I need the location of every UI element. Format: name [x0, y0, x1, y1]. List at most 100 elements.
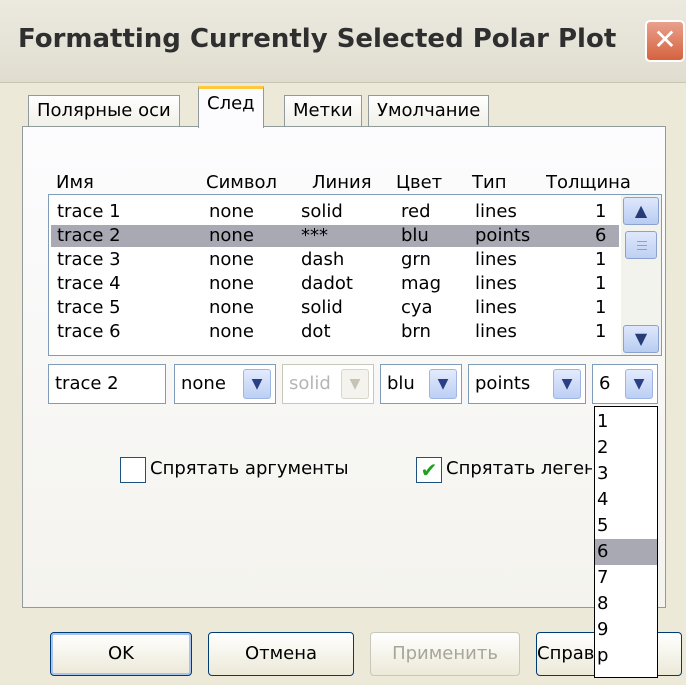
- trace-weight: 6: [595, 225, 607, 246]
- trace-name: trace 6: [57, 321, 121, 342]
- title-bar[interactable]: Formatting Currently Selected Polar Plot…: [0, 0, 686, 83]
- dropdown-option[interactable]: p: [595, 643, 657, 669]
- chevron-down-icon[interactable]: ▼: [625, 369, 653, 399]
- column-header-type: Тип: [472, 172, 507, 193]
- trace-line: solid: [301, 201, 343, 222]
- dropdown-option[interactable]: 3: [595, 461, 657, 487]
- weight-select[interactable]: 6 ▼: [592, 364, 658, 404]
- line-select-value: solid: [289, 373, 331, 394]
- tab-label: Полярные оси: [37, 100, 171, 121]
- trace-symbol: none: [209, 225, 254, 246]
- tab-label: Метки: [293, 100, 353, 121]
- trace-name: trace 3: [57, 249, 121, 270]
- dropdown-option[interactable]: 2: [595, 435, 657, 461]
- chevron-down-icon[interactable]: ▼: [623, 325, 659, 353]
- tab-labels[interactable]: Метки: [284, 95, 362, 127]
- trace-symbol: none: [209, 321, 254, 342]
- trace-type: lines: [475, 321, 517, 342]
- scrollbar-thumb[interactable]: [625, 231, 657, 259]
- column-header-line: Линия: [312, 172, 372, 193]
- type-select[interactable]: points ▼: [468, 364, 586, 404]
- column-header-name: Имя: [56, 172, 94, 193]
- tab-polar-axes[interactable]: Полярные оси: [28, 95, 180, 127]
- trace-name-field[interactable]: trace 2: [48, 364, 166, 404]
- trace-color: cya: [401, 297, 433, 318]
- weight-dropdown-list[interactable]: 1 2 3 4 5 6 7 8 9 p: [594, 406, 658, 678]
- dropdown-option[interactable]: 9: [595, 617, 657, 643]
- trace-name: trace 4: [57, 273, 121, 294]
- hide-arguments-checkbox[interactable]: [120, 457, 146, 483]
- trace-line: dash: [301, 249, 345, 270]
- trace-name: trace 2: [57, 225, 121, 246]
- trace-weight: 1: [595, 273, 607, 294]
- window-title: Formatting Currently Selected Polar Plot: [18, 24, 617, 54]
- dropdown-option[interactable]: 4: [595, 487, 657, 513]
- symbol-select[interactable]: none ▼: [174, 364, 276, 404]
- trace-name: trace 1: [57, 201, 121, 222]
- dropdown-option[interactable]: 1: [595, 409, 657, 435]
- dropdown-option[interactable]: 8: [595, 591, 657, 617]
- close-icon: ✕: [653, 23, 677, 56]
- trace-line: solid: [301, 297, 343, 318]
- table-row-selected[interactable]: trace 2 none *** blu points 6: [51, 225, 619, 247]
- line-select: solid ▼: [282, 364, 374, 404]
- column-header-symbol: Символ: [206, 172, 277, 193]
- color-select[interactable]: blu ▼: [380, 364, 462, 404]
- tab-label: Умолчание: [377, 100, 481, 121]
- trace-color: mag: [401, 273, 441, 294]
- trace-symbol: none: [209, 273, 254, 294]
- trace-line: dot: [301, 321, 331, 342]
- trace-weight: 1: [595, 201, 607, 222]
- ok-button[interactable]: OK: [50, 632, 192, 676]
- apply-button: Применить: [370, 632, 520, 676]
- trace-color: blu: [401, 225, 429, 246]
- hide-arguments-label: Спрятать аргументы: [150, 458, 349, 479]
- trace-name: trace 5: [57, 297, 121, 318]
- weight-select-value: 6: [599, 373, 611, 394]
- table-row[interactable]: trace 3 none dash grn lines 1: [51, 249, 619, 271]
- tab-defaults[interactable]: Умолчание: [368, 95, 490, 127]
- color-select-value: blu: [387, 373, 415, 394]
- trace-list[interactable]: trace 1 none solid red lines 1 trace 2 n…: [48, 194, 662, 356]
- chevron-down-icon[interactable]: ▼: [243, 369, 271, 399]
- tab-label: След: [207, 93, 255, 114]
- type-select-value: points: [475, 373, 531, 394]
- trace-symbol: none: [209, 297, 254, 318]
- column-header-weight: Толщина: [546, 172, 631, 193]
- trace-line: dadot: [301, 273, 353, 294]
- hide-legend-label: Спрятать легенду: [446, 458, 592, 479]
- trace-type: points: [475, 225, 531, 246]
- chevron-down-icon: ▼: [341, 369, 369, 399]
- trace-weight: 1: [595, 249, 607, 270]
- tab-trace[interactable]: След: [198, 86, 264, 128]
- check-icon: ✔: [420, 458, 438, 482]
- symbol-select-value: none: [181, 373, 226, 394]
- dropdown-option[interactable]: 5: [595, 513, 657, 539]
- trace-weight: 1: [595, 297, 607, 318]
- close-button[interactable]: ✕: [645, 20, 685, 62]
- trace-type: lines: [475, 297, 517, 318]
- table-row[interactable]: trace 1 none solid red lines 1: [51, 201, 619, 223]
- trace-type: lines: [475, 273, 517, 294]
- trace-weight: 1: [595, 321, 607, 342]
- hide-legend-checkbox[interactable]: ✔: [416, 457, 442, 483]
- table-row[interactable]: trace 6 none dot brn lines 1: [51, 321, 619, 343]
- chevron-down-icon[interactable]: ▼: [429, 369, 457, 399]
- dropdown-option-selected[interactable]: 6: [595, 539, 657, 565]
- trace-line: ***: [301, 225, 328, 246]
- trace-symbol: none: [209, 201, 254, 222]
- table-row[interactable]: trace 4 none dadot mag lines 1: [51, 273, 619, 295]
- dropdown-option[interactable]: 7: [595, 565, 657, 591]
- list-scrollbar[interactable]: ▲ ▼: [621, 195, 661, 355]
- trace-color: grn: [401, 249, 431, 270]
- table-row[interactable]: trace 5 none solid cya lines 1: [51, 297, 619, 319]
- chevron-up-icon[interactable]: ▲: [623, 197, 659, 225]
- column-header-color: Цвет: [396, 172, 443, 193]
- chevron-down-icon[interactable]: ▼: [553, 369, 581, 399]
- trace-type: lines: [475, 201, 517, 222]
- dialog-window: Formatting Currently Selected Polar Plot…: [0, 0, 686, 685]
- cancel-button[interactable]: Отмена: [208, 632, 354, 676]
- trace-color: red: [401, 201, 431, 222]
- trace-color: brn: [401, 321, 431, 342]
- trace-type: lines: [475, 249, 517, 270]
